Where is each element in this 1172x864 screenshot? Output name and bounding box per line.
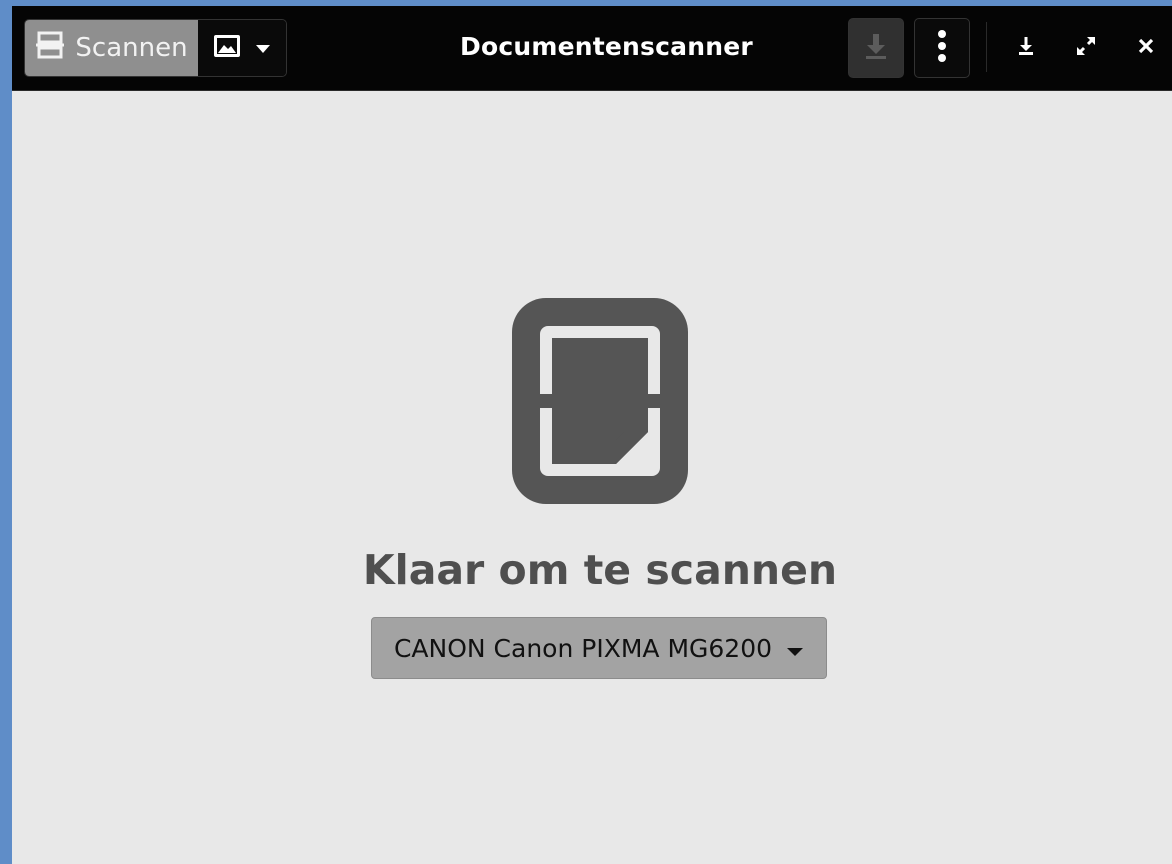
main-menu-button[interactable] — [914, 18, 970, 78]
close-button[interactable] — [1128, 30, 1164, 66]
chevron-down-icon — [255, 39, 271, 58]
device-select[interactable]: CANON Canon PIXMA MG6200 — [371, 617, 827, 679]
chevron-down-icon — [786, 634, 804, 663]
image-icon — [213, 34, 241, 62]
headerbar: Scannen Documentenscanner — [12, 6, 1172, 91]
save-button[interactable] — [848, 18, 904, 78]
minimize-icon — [1017, 36, 1035, 60]
download-icon — [863, 32, 889, 64]
scanner-icon — [35, 31, 65, 66]
scanner-window: Scannen Documentenscanner Klaar om te sc… — [12, 6, 1172, 864]
scan-button-group: Scannen — [24, 19, 287, 77]
window-title: Documentenscanner — [460, 32, 753, 61]
maximize-icon — [1075, 35, 1097, 61]
desktop-background: Scannen Documentenscanner Klaar om te sc… — [0, 0, 1172, 864]
scan-button-label: Scannen — [75, 33, 188, 63]
status-text: Klaar om te scannen — [362, 546, 838, 594]
headerbar-separator — [986, 22, 987, 72]
minimize-button[interactable] — [1008, 30, 1044, 66]
device-select-label: CANON Canon PIXMA MG6200 — [393, 633, 773, 663]
main-content: Klaar om te scannen CANON Canon PIXMA MG… — [12, 91, 1172, 864]
document-scanner-icon — [512, 298, 688, 508]
maximize-button[interactable] — [1068, 30, 1104, 66]
scan-button[interactable]: Scannen — [25, 20, 198, 76]
vertical-dots-icon — [937, 29, 947, 67]
scan-type-menu-button[interactable] — [198, 20, 286, 76]
close-icon — [1138, 38, 1154, 58]
